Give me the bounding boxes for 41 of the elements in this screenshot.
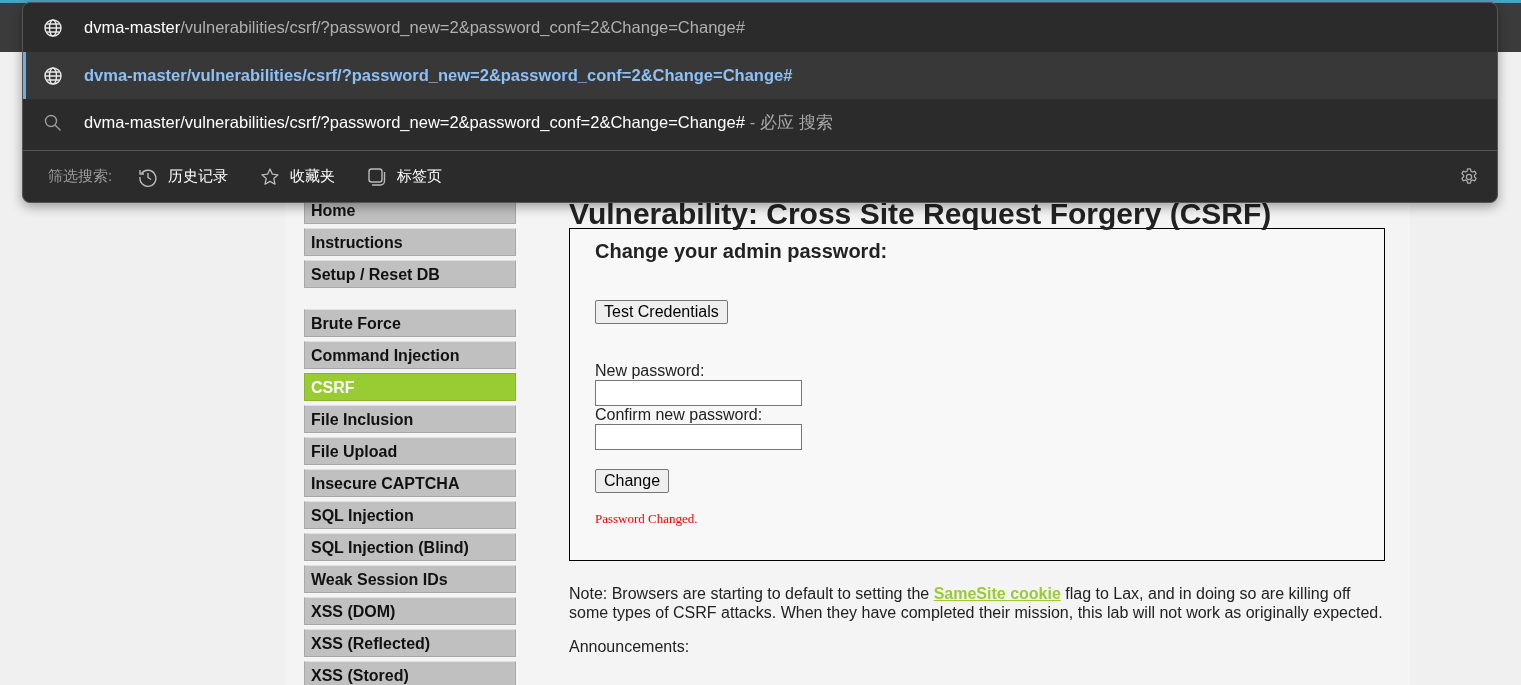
menu-item[interactable]: SQL Injection (Blind) (304, 533, 516, 561)
suggestion-row[interactable]: dvma-master/vulnerabilities/csrf/?password_new=2&password_conf=2&Change=Change# (23, 52, 1497, 99)
filter-button[interactable]: 收藏夹 (254, 162, 342, 191)
menu-item[interactable]: XSS (DOM) (304, 597, 516, 625)
form-title: Change your admin password: (595, 239, 888, 263)
globe-icon (43, 17, 63, 38)
filter-button[interactable]: 历史记录 (132, 162, 235, 191)
status-message: Password Changed. (595, 511, 698, 527)
settings-icon[interactable] (1459, 166, 1479, 187)
password-field[interactable] (595, 424, 802, 450)
announcements-label: Announcements: (569, 638, 691, 656)
suggestion-row[interactable]: dvma-master/vulnerabilities/csrf/?password_new=2&password_conf=2&Change=Change# (23, 3, 1497, 52)
menu-item[interactable]: Instructions (304, 228, 516, 256)
menu-item[interactable]: SQL Injection (304, 501, 516, 529)
change-button[interactable]: Change (595, 469, 670, 493)
search-icon (43, 112, 63, 133)
field-label: Confirm new password: (595, 406, 763, 424)
search-engine-label: - 必应 搜索 (749, 111, 833, 133)
menu-item[interactable]: XSS (Reflected) (304, 629, 516, 657)
filter-label: 筛选搜索: (48, 167, 113, 186)
password-field[interactable] (595, 380, 802, 406)
menu-item[interactable]: Setup / Reset DB (304, 260, 516, 288)
menu-item[interactable]: Weak Session IDs (304, 565, 516, 593)
suggestion-query: dvma-master/vulnerabilities/csrf/?password_new=2&password_conf=2&Change=Change# (84, 113, 745, 132)
tabs-icon (367, 166, 388, 187)
suggestion-row[interactable]: dvma-master/vulnerabilities/csrf/?password_new=2&password_conf=2&Change=Change# - 必应 搜索 (23, 99, 1497, 146)
field-label: New password: (595, 362, 705, 380)
suggestion-url: dvma-master/vulnerabilities/csrf/?password_new=2&password_conf=2&Change=Change# (84, 18, 745, 37)
menu-item[interactable]: Brute Force (304, 309, 516, 337)
filter-button[interactable]: 标签页 (361, 162, 449, 191)
menu-item[interactable]: Insecure CAPTCHA (304, 469, 516, 497)
menu-item[interactable]: File Upload (304, 437, 516, 465)
page-heading: Vulnerability: Cross Site Request Forgery (CSRF) (569, 196, 1273, 228)
star-icon (260, 166, 281, 187)
note-text: Note: Browsers are starting to default to setting the SameSite cookie flag to Lax, and in doing so are killing off some types of CSRF attacks. When they have completed their mission, this lab will not work as originally expected. (569, 584, 1384, 622)
menu-item[interactable]: Command Injection (304, 341, 516, 369)
globe-icon (43, 65, 63, 86)
menu-item[interactable]: File Inclusion (304, 405, 516, 433)
test-credentials-button[interactable]: Test Credentials (595, 300, 728, 324)
menu-item[interactable]: XSS (Stored) (304, 661, 516, 685)
suggestion-url: dvma-master/vulnerabilities/csrf/?password_new=2&password_conf=2&Change=Change# (84, 66, 793, 85)
